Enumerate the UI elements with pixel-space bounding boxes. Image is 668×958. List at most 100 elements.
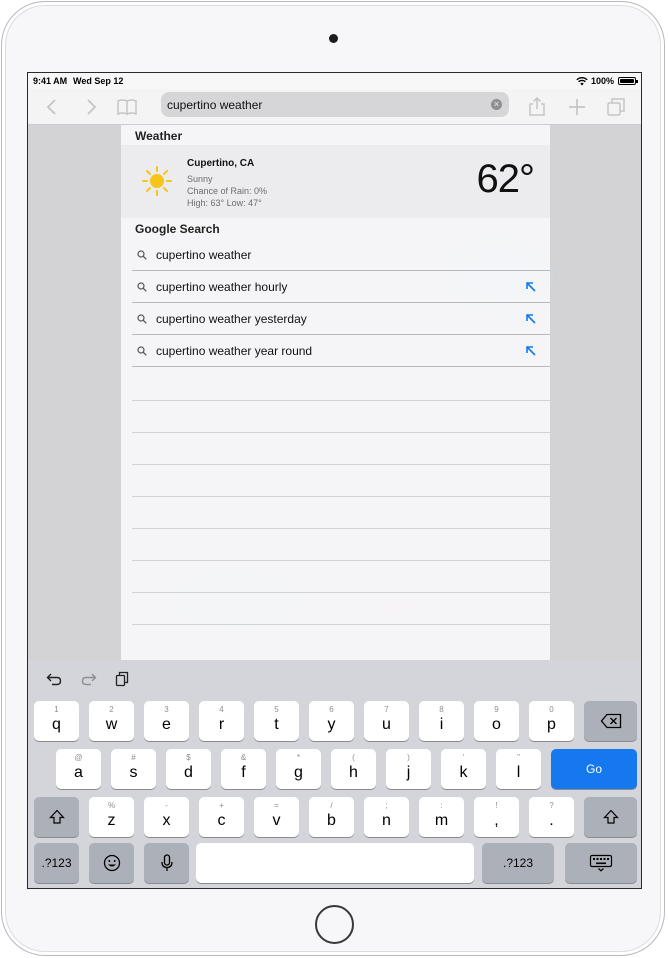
key-n[interactable]: ; n (364, 797, 409, 837)
paste-icon[interactable] (114, 671, 130, 687)
sun-icon (142, 166, 172, 196)
add-tab-icon[interactable] (566, 96, 588, 118)
ipad-frame: 9:41 AM Wed Sep 12 100% × (1, 1, 665, 956)
google-search-header: Google Search (135, 222, 220, 236)
redo-icon[interactable] (81, 671, 97, 687)
key-d[interactable]: $ d (166, 749, 211, 789)
suggestion-row[interactable]: cupertino weather yesterday (132, 303, 550, 335)
go-button[interactable]: Go (551, 749, 637, 789)
key-f[interactable]: & f (221, 749, 266, 789)
divider (132, 432, 550, 433)
key-j[interactable]: ) j (386, 749, 431, 789)
key-comma[interactable]: !, (474, 797, 519, 837)
shift-key-left[interactable] (34, 797, 79, 837)
key-b[interactable]: / b (309, 797, 354, 837)
forward-icon[interactable] (80, 96, 102, 118)
key-y[interactable]: 6y (309, 701, 354, 741)
space-bar[interactable] (196, 843, 474, 883)
key-l[interactable]: " l (496, 749, 541, 789)
share-icon[interactable] (526, 96, 548, 118)
divider (132, 592, 550, 593)
numbers-key-right[interactable]: .?123 (482, 843, 554, 883)
status-date: Wed Sep 12 (73, 76, 124, 86)
status-time: 9:41 AM (33, 76, 68, 86)
back-icon[interactable] (42, 96, 64, 118)
numbers-key-left[interactable]: .?123 (34, 843, 79, 883)
suggestion-row[interactable]: cupertino weather hourly (132, 271, 550, 303)
dictation-key[interactable] (144, 843, 189, 883)
search-icon (137, 314, 147, 324)
key-s[interactable]: # s (111, 749, 156, 789)
weather-temperature: 62° (476, 157, 535, 201)
search-icon (137, 282, 147, 292)
key-o[interactable]: 9o (474, 701, 519, 741)
fill-search-arrow-icon[interactable] (525, 281, 537, 293)
key-x[interactable]: -x (144, 797, 189, 837)
address-bar[interactable]: × (161, 92, 509, 117)
divider (132, 400, 550, 401)
front-camera (329, 34, 338, 43)
battery-percent: 100% (591, 76, 615, 86)
safari-toolbar: × (28, 89, 641, 125)
wifi-icon (576, 76, 588, 86)
hide-keyboard-key[interactable] (565, 843, 637, 883)
undo-icon[interactable] (46, 671, 62, 687)
suggestions-panel: Weather Cupertino, CA Sunny Chance of Ra… (121, 125, 550, 660)
tabs-icon[interactable] (605, 96, 627, 118)
weather-card[interactable]: Cupertino, CA Sunny Chance of Rain: 0% H… (121, 145, 550, 218)
screen: 9:41 AM Wed Sep 12 100% × (27, 72, 642, 889)
key-r[interactable]: 4r (199, 701, 244, 741)
fill-search-arrow-icon[interactable] (525, 345, 537, 357)
suggestion-text: cupertino weather yesterday (156, 312, 307, 326)
key-z[interactable]: % z (89, 797, 134, 837)
address-input[interactable] (167, 96, 477, 113)
shift-icon (602, 809, 619, 824)
delete-icon (600, 713, 621, 729)
shift-key-right[interactable] (584, 797, 637, 837)
suggestion-text: cupertino weather (156, 248, 252, 262)
battery-icon (618, 77, 638, 85)
weather-city: Cupertino, CA (187, 158, 255, 169)
keyboard: 1q 2w 3e 4r 5t 6y 7u 8i 9o 0p @ a # s $ … (28, 660, 641, 888)
key-p[interactable]: 0p (529, 701, 574, 741)
key-h[interactable]: (h (331, 749, 376, 789)
key-period[interactable]: ?. (529, 797, 574, 837)
weather-section-header: Weather (135, 129, 183, 143)
shift-icon (48, 809, 65, 824)
bookmarks-icon[interactable] (116, 96, 138, 118)
status-bar: 9:41 AM Wed Sep 12 100% (28, 73, 641, 89)
suggestion-text: cupertino weather hourly (156, 280, 288, 294)
suggestion-row[interactable]: cupertino weather (132, 239, 550, 271)
key-v[interactable]: = v (254, 797, 299, 837)
key-i[interactable]: 8i (419, 701, 464, 741)
home-button[interactable] (315, 905, 354, 944)
clear-text-icon[interactable]: × (491, 99, 502, 110)
divider (132, 624, 550, 625)
key-m[interactable]: :m (419, 797, 464, 837)
weather-condition: Sunny (187, 174, 213, 184)
emoji-icon (103, 854, 120, 872)
key-c[interactable]: + c (199, 797, 244, 837)
hide-keyboard-icon (589, 854, 613, 872)
key-g[interactable]: * g (276, 749, 321, 789)
key-w[interactable]: 2w (89, 701, 134, 741)
weather-high-low: High: 63° Low: 47° (187, 198, 262, 208)
divider (132, 464, 550, 465)
key-u[interactable]: 7u (364, 701, 409, 741)
key-t[interactable]: 5t (254, 701, 299, 741)
divider (132, 560, 550, 561)
key-e[interactable]: 3e (144, 701, 189, 741)
search-icon (137, 250, 147, 260)
delete-key[interactable] (584, 701, 637, 741)
key-k[interactable]: ' k (441, 749, 486, 789)
key-a[interactable]: @ a (56, 749, 101, 789)
suggestion-row[interactable]: cupertino weather year round (132, 335, 550, 367)
microphone-icon (160, 854, 173, 871)
suggestion-text: cupertino weather year round (156, 344, 313, 358)
weather-rain-chance: Chance of Rain: 0% (187, 186, 268, 196)
emoji-key[interactable] (89, 843, 134, 883)
search-icon (137, 346, 147, 356)
key-q[interactable]: 1q (34, 701, 79, 741)
divider (132, 528, 550, 529)
fill-search-arrow-icon[interactable] (525, 313, 537, 325)
